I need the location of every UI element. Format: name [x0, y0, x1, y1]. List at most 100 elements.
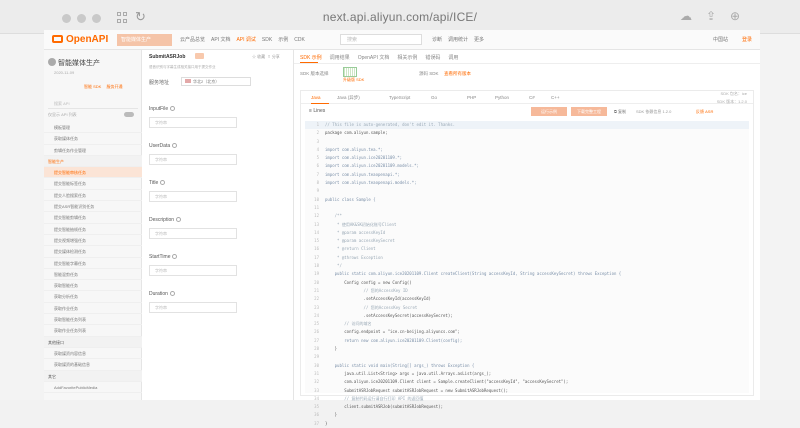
help-icon[interactable]: [172, 254, 178, 259]
code-text: */: [325, 263, 342, 269]
list-only-label: 仅显示 API 列表: [48, 112, 77, 117]
sdk-all-versions-link[interactable]: 查看所有版本: [444, 71, 471, 77]
language-tab[interactable]: TypeScript: [389, 91, 410, 104]
param-input[interactable]: 字符串: [149, 117, 237, 128]
share-button[interactable]: 分享: [272, 54, 280, 59]
menu-item[interactable]: 获取作业任务列表: [44, 325, 142, 337]
code-text: // 访问的域名: [325, 321, 372, 327]
param-input[interactable]: 字符串: [149, 191, 237, 202]
version-select[interactable]: 2020-11-09: [54, 70, 94, 77]
menu-item[interactable]: 获取媒体任务: [44, 133, 142, 145]
code-line: 11: [305, 204, 749, 212]
menu-item[interactable]: 提交智能标签任务: [44, 178, 142, 190]
menu-item[interactable]: 提交人脸搜索任务: [44, 190, 142, 202]
code-text: public static com.aliyun.ice20201109.Cli…: [325, 271, 622, 277]
product-link-sdk[interactable]: 智能 SDK: [84, 84, 101, 89]
nav-link[interactable]: API 调试: [236, 37, 255, 43]
menu-item[interactable]: 提交ASR智能识别任务: [44, 201, 142, 213]
menu-item[interactable]: 提交视频增强任务: [44, 235, 142, 247]
sdk-dependency-link[interactable]: SDK 依赖信息 1.2.0: [636, 109, 671, 115]
code-text: public class Sample {: [325, 196, 376, 202]
language-tab[interactable]: PHP: [467, 91, 476, 104]
nav-link[interactable]: API 文档: [211, 37, 230, 43]
language-tab[interactable]: Python: [495, 91, 509, 104]
product-link-activate[interactable]: 服务开通: [106, 84, 122, 89]
menu-item[interactable]: 获取媒资内容信息: [44, 348, 142, 360]
menu-group[interactable]: 其他接口: [44, 336, 142, 348]
nav-link[interactable]: 示例: [278, 37, 288, 43]
run-example-button[interactable]: 运行示例: [531, 107, 567, 116]
header-search-input[interactable]: 搜索: [340, 34, 422, 45]
help-icon[interactable]: [176, 217, 182, 222]
help-icon[interactable]: [170, 106, 176, 111]
help-icon[interactable]: [172, 143, 178, 148]
language-tab[interactable]: Java (异步): [337, 91, 360, 104]
menu-item[interactable]: 获取智能任务: [44, 280, 142, 292]
active-tab-indicator: [300, 62, 318, 63]
menu-group[interactable]: 智能生产: [44, 155, 142, 168]
code-line: 10 public class Sample {: [305, 196, 749, 204]
api-search-input[interactable]: 搜索 API: [48, 100, 138, 109]
sdk-source-link[interactable]: 源码 SDK: [419, 71, 439, 77]
result-tab[interactable]: 调用结果: [330, 55, 350, 61]
language-tab[interactable]: C++: [551, 91, 560, 104]
line-number: 6: [316, 163, 319, 169]
region-selector[interactable]: 中国站: [713, 36, 728, 43]
result-tab[interactable]: 错误码: [425, 55, 440, 61]
result-tab[interactable]: SDK 示例: [300, 55, 322, 61]
nav-link[interactable]: 云产品总览: [180, 37, 205, 43]
new-tab-icon[interactable]: ⊕: [730, 9, 740, 23]
download-project-button[interactable]: 下载完整工程: [571, 107, 607, 116]
menu-item[interactable]: 提交媒体检测任务: [44, 246, 142, 258]
nav-link[interactable]: 诊断: [432, 37, 442, 43]
cloud-download-icon[interactable]: ☁: [680, 9, 692, 23]
nav-link[interactable]: 更多: [474, 37, 484, 43]
menu-item[interactable]: 获取智能任务列表: [44, 314, 142, 326]
code-line: 32 com.aliyun.ice20201109.Client client …: [305, 378, 749, 386]
param-input[interactable]: 字符串: [149, 302, 237, 313]
menu-item[interactable]: AddFavoritePublicMedia: [44, 382, 142, 394]
param-input[interactable]: 字符串: [149, 154, 237, 165]
param-label: Title: [149, 180, 166, 186]
help-icon[interactable]: [160, 180, 166, 185]
menu-item[interactable]: 模板管理: [44, 122, 142, 134]
copy-button[interactable]: ⧉ 复制: [614, 109, 626, 115]
menu-item[interactable]: 提交智能字幕任务: [44, 258, 142, 269]
login-link[interactable]: 登录: [742, 36, 752, 43]
help-icon[interactable]: [169, 291, 175, 296]
nav-link[interactable]: CDK: [294, 37, 305, 43]
param-input[interactable]: 字符串: [149, 265, 237, 276]
menu-item[interactable]: 提交智能剪辑任务: [44, 212, 142, 224]
line-number: 33: [314, 387, 319, 393]
list-only-toggle[interactable]: [124, 112, 134, 117]
share-icon[interactable]: ⇪: [706, 9, 716, 23]
code-editor[interactable]: 1 // This file is auto-generated, don't e…: [305, 121, 749, 426]
result-tab[interactable]: OpenAPI 文档: [358, 55, 390, 61]
menu-item[interactable]: 智能混剪任务: [44, 269, 142, 281]
code-line: 30 public static void main(String[] args…: [305, 362, 749, 370]
product-select-button[interactable]: 智能媒体生产: [117, 34, 172, 46]
result-tab[interactable]: 调用: [448, 55, 458, 61]
openapi-logo[interactable]: OpenAPI: [52, 34, 108, 45]
language-tab[interactable]: C#: [529, 91, 535, 104]
menu-item[interactable]: 获取作业任务: [44, 303, 142, 315]
nav-link[interactable]: 调用统计: [448, 37, 468, 43]
param-label-text: Duration: [149, 291, 168, 297]
sdk-upgrade-link[interactable]: 升级版 SDK: [343, 77, 364, 83]
feedback-link[interactable]: 反馈 ASR: [696, 109, 713, 115]
line-number: 9: [316, 188, 319, 194]
menu-item[interactable]: 提交智能抽帧任务: [44, 224, 142, 235]
menu-item[interactable]: 获取分析任务: [44, 291, 142, 303]
collect-button[interactable]: 收藏: [257, 54, 265, 59]
menu-group[interactable]: 其它: [44, 370, 142, 382]
menu-item[interactable]: 剪辑任务作业管理: [44, 145, 142, 156]
code-text: config.endpoint = "ice.cn-beijing.aliyun…: [325, 329, 460, 335]
param-input[interactable]: 字符串: [149, 228, 237, 239]
menu-item[interactable]: 提交智能审核任务: [44, 167, 142, 179]
result-tab[interactable]: 相关示例: [397, 55, 417, 61]
code-line: 12 /**: [305, 212, 749, 220]
menu-item[interactable]: 获取媒资的基础信息: [44, 359, 142, 371]
language-tab[interactable]: Go: [431, 91, 437, 104]
service-select[interactable]: 华北2（北京）: [181, 77, 251, 86]
nav-link[interactable]: SDK: [262, 37, 272, 43]
